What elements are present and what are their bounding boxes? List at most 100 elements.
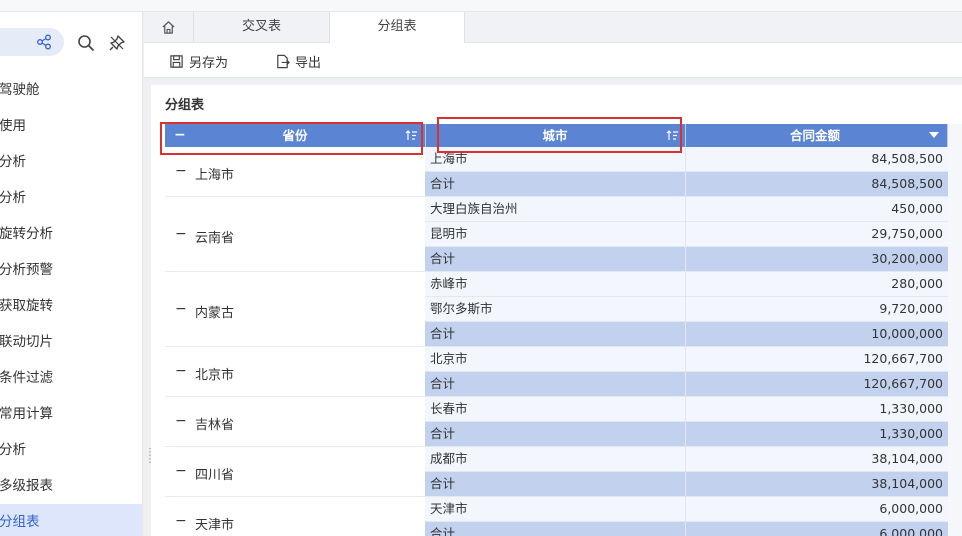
subtotal-label: 合计 [430, 251, 456, 266]
sort-icon[interactable] [666, 129, 679, 142]
table-row: 昆明市 29,750,000 [425, 222, 962, 247]
tab-home[interactable] [144, 12, 194, 43]
sidebar-item-8[interactable]: 条件过滤 [0, 360, 142, 396]
amount-cell: 1,330,000 [879, 426, 943, 441]
sidebar-item-2[interactable]: 分析 [0, 144, 142, 180]
collapse-group-icon[interactable]: − [175, 363, 187, 379]
sidebar-item-label: 旋转分析 [0, 226, 53, 242]
cell-divider [685, 272, 686, 297]
collapse-group-icon[interactable]: − [175, 513, 187, 529]
sidebar-item-label: 分析 [0, 190, 26, 206]
report-panel: 分组表 − 省份 城市 合同金额 − 上海市 上海市 84,508,500 合计… [151, 85, 962, 536]
search-icon[interactable] [77, 34, 95, 52]
cell-divider [685, 197, 686, 222]
province-name: 上海市 [195, 168, 235, 183]
collapse-group-icon[interactable]: − [175, 226, 187, 242]
sidebar-item-1[interactable]: 使用 [0, 108, 142, 144]
subtotal-label: 合计 [430, 526, 456, 536]
subtotal-label: 合计 [430, 376, 456, 391]
sidebar-item-11[interactable]: 多级报表 [0, 468, 142, 504]
province-group-cell: − 天津市 [165, 497, 425, 536]
sidebar-item-label: 分组表 [0, 514, 40, 530]
export-label: 导出 [295, 55, 322, 71]
column-header-city[interactable]: 城市 [535, 124, 575, 147]
province-group-cell: − 上海市 [165, 147, 425, 197]
sidebar-tools [0, 26, 142, 58]
sidebar-item-5[interactable]: 分析预警 [0, 252, 142, 288]
app-root: 驾驶舱 使用 分析 分析 旋转分析 分析预警 获取旋转 联动切片 条件过滤 常用计算 分析 多级报表分… [0, 0, 962, 536]
home-icon [162, 21, 175, 34]
subtotal-label: 合计 [430, 476, 456, 491]
sidebar-item-4[interactable]: 旋转分析 [0, 216, 142, 252]
cell-divider [685, 372, 686, 397]
sidebar-item-9[interactable]: 常用计算 [0, 396, 142, 432]
cell-divider [685, 347, 686, 372]
sidebar-item-label: 分析 [0, 442, 26, 458]
sidebar-item-label: 分析 [0, 154, 26, 170]
collapse-group-icon[interactable]: − [175, 413, 187, 429]
sidebar-item-0[interactable]: 驾驶舱 [0, 72, 142, 108]
sidebar-item-6[interactable]: 获取旋转 [0, 288, 142, 324]
subtotal-row: 合计 120,667,700 [425, 372, 962, 397]
sort-icon[interactable] [405, 129, 418, 142]
save-icon [170, 54, 183, 68]
collapse-all-icon[interactable]: − [174, 124, 186, 146]
pin-icon[interactable] [108, 34, 126, 52]
sidebar-item-label: 多级报表 [0, 478, 53, 494]
amount-cell: 38,104,000 [871, 476, 943, 491]
cell-divider [685, 472, 686, 497]
column-header-province[interactable]: 省份 [275, 124, 315, 147]
sidebar-item-label: 联动切片 [0, 334, 53, 350]
cell-divider [685, 297, 686, 322]
city-cell: 成都市 [430, 451, 468, 466]
table-header: − 省份 城市 合同金额 [165, 124, 962, 147]
subtotal-row: 合计 1,330,000 [425, 422, 962, 447]
tab-grouptable[interactable]: 分组表 [330, 12, 465, 44]
sidebar-item-10[interactable]: 分析 [0, 432, 142, 468]
top-strip [0, 0, 962, 12]
tab-crosstab[interactable]: 交叉表 [194, 12, 330, 43]
sidebar-item-label: 使用 [0, 118, 26, 134]
province-name: 天津市 [195, 518, 235, 533]
export-icon [277, 54, 290, 68]
table-right-edge [948, 124, 962, 536]
sidebar-item-label: 获取旋转 [0, 298, 53, 314]
province-group-cell: − 四川省 [165, 447, 425, 497]
collapse-group-icon[interactable]: − [175, 463, 187, 479]
sidebar-item-3[interactable]: 分析 [0, 180, 142, 216]
collapse-group-icon[interactable]: − [175, 163, 187, 179]
panel-title: 分组表 [165, 98, 205, 113]
city-cell: 赤峰市 [430, 276, 468, 291]
province-name: 北京市 [195, 368, 235, 383]
cell-divider [685, 247, 686, 272]
sidebar-item-label: 常用计算 [0, 406, 53, 422]
cell-divider [685, 497, 686, 522]
subtotal-row: 合计 10,000,000 [425, 322, 962, 347]
amount-cell: 1,330,000 [879, 401, 943, 416]
save-as-label: 另存为 [189, 55, 229, 71]
sidebar-item-7[interactable]: 联动切片 [0, 324, 142, 360]
save-as-button[interactable]: 另存为 [169, 51, 228, 71]
city-cell: 大理白族自治州 [430, 201, 518, 216]
cell-divider [685, 322, 686, 347]
sidebar-item-12[interactable]: 分组表 [0, 504, 142, 536]
dropdown-icon[interactable] [929, 132, 939, 138]
column-divider[interactable] [425, 124, 426, 147]
city-cell: 昆明市 [430, 226, 468, 241]
table-row: 大理白族自治州 450,000 [425, 197, 962, 222]
column-header-amount[interactable]: 合同金额 [785, 124, 845, 147]
subtotal-label: 合计 [430, 326, 456, 341]
province-group-cell: − 内蒙古 [165, 272, 425, 347]
subtotal-label: 合计 [430, 176, 456, 191]
province-group-cell: − 云南省 [165, 197, 425, 272]
subtotal-row: 合计 30,200,000 [425, 247, 962, 272]
amount-cell: 6,000,000 [879, 501, 943, 516]
column-divider[interactable] [685, 124, 686, 147]
amount-cell: 6,000,000 [879, 526, 943, 536]
amount-cell: 120,667,700 [863, 376, 943, 391]
table-row: 北京市 120,667,700 [425, 347, 962, 372]
export-button[interactable]: 导出 [275, 51, 321, 71]
amount-cell: 38,104,000 [871, 451, 943, 466]
collapse-group-icon[interactable]: − [175, 301, 187, 317]
share-pill[interactable] [0, 28, 64, 56]
